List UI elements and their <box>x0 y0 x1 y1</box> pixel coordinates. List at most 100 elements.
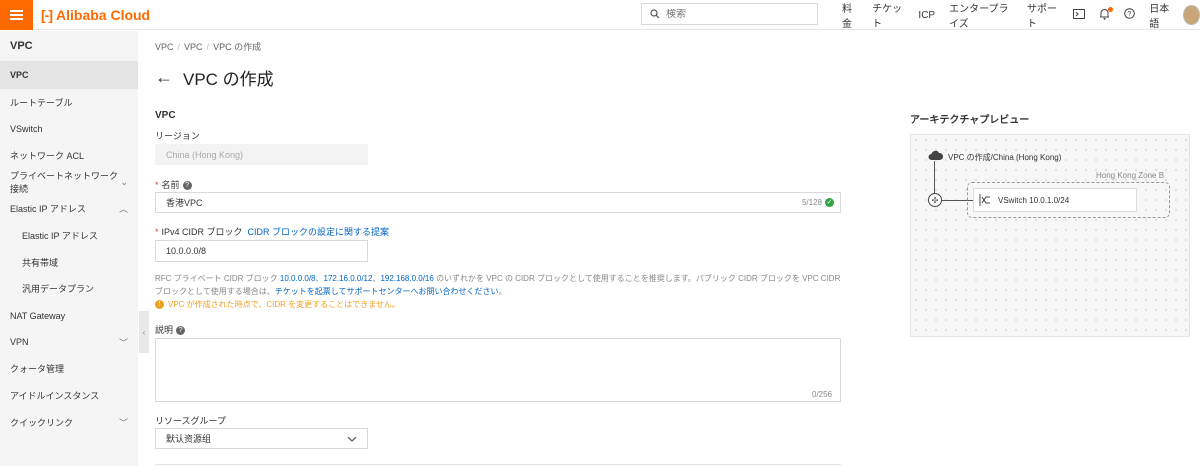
chevron-down-icon: ﹀ <box>118 417 128 428</box>
alibaba-cloud-logo-icon: [-] <box>41 6 53 23</box>
sidebar-item-private-connection[interactable]: プライベートネットワーク接続 ⌄ <box>0 169 138 196</box>
sidebar-item-eip[interactable]: Elastic IP アドレス <box>0 222 138 249</box>
preview-vswitch: VSwitch 10.0.1.0/24 <box>973 188 1137 212</box>
breadcrumb-vpc[interactable]: VPC <box>184 42 203 52</box>
sidebar-item-network-acl[interactable]: ネットワーク ACL <box>0 142 138 169</box>
support-ticket-link[interactable]: チケットを起票してサポートセンターへお問い合わせください <box>275 287 499 296</box>
sidebar-item-route-table[interactable]: ルートテーブル <box>0 89 138 116</box>
help-icon[interactable]: ? <box>1124 8 1136 22</box>
sidebar-item-label: VPN <box>10 337 29 348</box>
sidebar-item-eip-group[interactable]: Elastic IP アドレス ︿ <box>0 195 138 222</box>
sidebar-item-nat-gateway[interactable]: NAT Gateway <box>0 302 138 329</box>
region-label: リージョン <box>155 131 200 141</box>
nav-enterprise[interactable]: エンタープライズ <box>949 0 1013 30</box>
breadcrumb: VPC / VPC / VPC の作成 <box>155 40 261 53</box>
terminal-icon[interactable] <box>1073 8 1086 22</box>
sidebar-item-vswitch[interactable]: VSwitch <box>0 115 138 142</box>
nav-support[interactable]: サポート <box>1027 0 1059 30</box>
breadcrumb-vpc-root[interactable]: VPC <box>155 42 174 52</box>
help-icon[interactable]: ? <box>176 326 186 336</box>
name-label: 名前 <box>161 180 180 190</box>
search-box[interactable] <box>641 3 818 25</box>
cidr-option-link[interactable]: 10.0.0.0/8 <box>280 274 316 283</box>
description-counter: 0/256 <box>812 390 833 399</box>
sidebar-item-label: クォータ管理 <box>10 364 65 375</box>
cidr-hint: RFC プライベート CIDR ブロック 10.0.0.0/8、172.16.0… <box>155 274 841 296</box>
sidebar-item-label: NAT Gateway <box>10 310 66 321</box>
required-mark: * <box>155 180 159 190</box>
search-icon <box>650 9 660 19</box>
nav-icp[interactable]: ICP <box>918 10 935 21</box>
logo-text: Alibaba Cloud <box>56 6 151 23</box>
router-icon: ✣ <box>928 193 942 207</box>
region-field: China (Hong Kong) <box>155 144 368 165</box>
description-label: 説明 <box>155 325 174 335</box>
description-textarea[interactable] <box>155 338 841 402</box>
section-title: VPC <box>155 110 176 121</box>
cidr-label: IPv4 CIDR ブロック <box>161 227 243 237</box>
cidr-label-row: * IPv4 CIDR ブロック CIDR ブロックの設定に関する提案 <box>155 225 389 238</box>
chevron-up-icon: ︿ <box>118 204 128 215</box>
sidebar-item-data-plan[interactable]: 汎用データプラン <box>0 276 138 303</box>
resource-group-select[interactable]: 默认资源组 <box>155 428 368 449</box>
hint-text: 。 <box>498 287 507 296</box>
sidebar-item-label: Elastic IP アドレス <box>10 204 86 215</box>
check-circle-icon: ✓ <box>825 198 834 207</box>
chevron-down-icon <box>347 436 357 442</box>
sidebar-item-quota[interactable]: クォータ管理 <box>0 356 138 383</box>
resource-group-value: 默认资源组 <box>166 434 212 444</box>
region-value: China (Hong Kong) <box>166 149 244 160</box>
breadcrumb-separator: / <box>206 42 210 52</box>
cidr-warning: ! VPC が作成された時点で、CIDR を変更することはできません。 <box>155 299 400 310</box>
description-label-row: 説明? <box>155 323 186 336</box>
language-selector[interactable]: 日本語 <box>1149 0 1173 30</box>
sidebar-item-vpn[interactable]: VPN ﹀ <box>0 329 138 356</box>
warning-text: VPC が作成された時点で、CIDR を変更することはできません。 <box>168 300 400 309</box>
required-mark: * <box>155 227 159 237</box>
sidebar-item-label: アイドルインスタンス <box>10 391 100 402</box>
bell-icon[interactable] <box>1099 6 1114 23</box>
sidebar-item-idle-instances[interactable]: アイドルインスタンス <box>0 382 138 409</box>
preview-vswitch-label: VSwitch 10.0.1.0/24 <box>998 195 1070 205</box>
sidebar-collapse-handle[interactable]: ‹ <box>139 311 149 353</box>
cidr-input[interactable]: 10.0.0.0/8 <box>155 240 368 262</box>
cidr-option-link[interactable]: 192.168.0.0/16 <box>380 274 433 283</box>
vswitch-icon <box>979 194 990 206</box>
help-icon[interactable]: ? <box>182 181 192 191</box>
sidebar-item-label: ルートテーブル <box>10 97 73 108</box>
warning-icon: ! <box>155 300 164 309</box>
chevron-down-icon: ⌄ <box>120 176 128 187</box>
notification-dot <box>1108 6 1114 12</box>
avatar[interactable] <box>1183 5 1200 25</box>
cidr-option-link[interactable]: 172.16.0.0/12 <box>324 274 373 283</box>
connector-line <box>934 161 935 195</box>
chevron-down-icon: ﹀ <box>118 337 128 348</box>
sidebar: VPC VPC ルートテーブル VSwitch ネットワーク ACL プライベー… <box>0 31 138 466</box>
top-nav: 料金 チケット ICP エンタープライズ サポート ? 日本語 <box>842 0 1200 30</box>
sidebar-item-label: VPC <box>10 70 29 81</box>
architecture-preview: VPC の作成/China (Hong Kong) ✣ Hong Kong Zo… <box>910 134 1190 337</box>
sidebar-item-label: プライベートネットワーク接続 <box>10 171 119 195</box>
search-input[interactable] <box>666 8 806 20</box>
cidr-suggestion-link[interactable]: CIDR ブロックの設定に関する提案 <box>248 227 390 237</box>
name-label-row: * 名前? <box>155 178 192 191</box>
menu-icon[interactable] <box>0 0 33 30</box>
sidebar-item-label: ネットワーク ACL <box>10 150 85 161</box>
sidebar-item-vpc[interactable]: VPC <box>0 62 138 89</box>
back-arrow-icon[interactable]: ← <box>155 67 173 88</box>
name-input[interactable]: 香港VPC 5/128 ✓ <box>155 192 841 213</box>
nav-pricing[interactable]: 料金 <box>842 0 858 30</box>
name-counter: 5/128 ✓ <box>802 198 834 207</box>
name-counter-text: 5/128 <box>801 198 822 207</box>
divider <box>155 464 841 465</box>
logo[interactable]: [-] Alibaba Cloud <box>41 7 150 23</box>
chevron-left-icon: ‹ <box>142 327 146 337</box>
sidebar-item-shared-bandwidth[interactable]: 共有帯域 <box>0 249 138 276</box>
resource-group-label: リソースグループ <box>155 416 227 426</box>
cidr-value: 10.0.0.0/8 <box>166 246 207 256</box>
page-header: ← VPC の作成 <box>155 65 274 90</box>
cloud-icon <box>928 150 943 160</box>
sidebar-item-quick-links[interactable]: クイックリンク ﹀ <box>0 409 138 436</box>
sidebar-item-label: 汎用データプラン <box>22 284 95 295</box>
nav-tickets[interactable]: チケット <box>872 0 904 30</box>
